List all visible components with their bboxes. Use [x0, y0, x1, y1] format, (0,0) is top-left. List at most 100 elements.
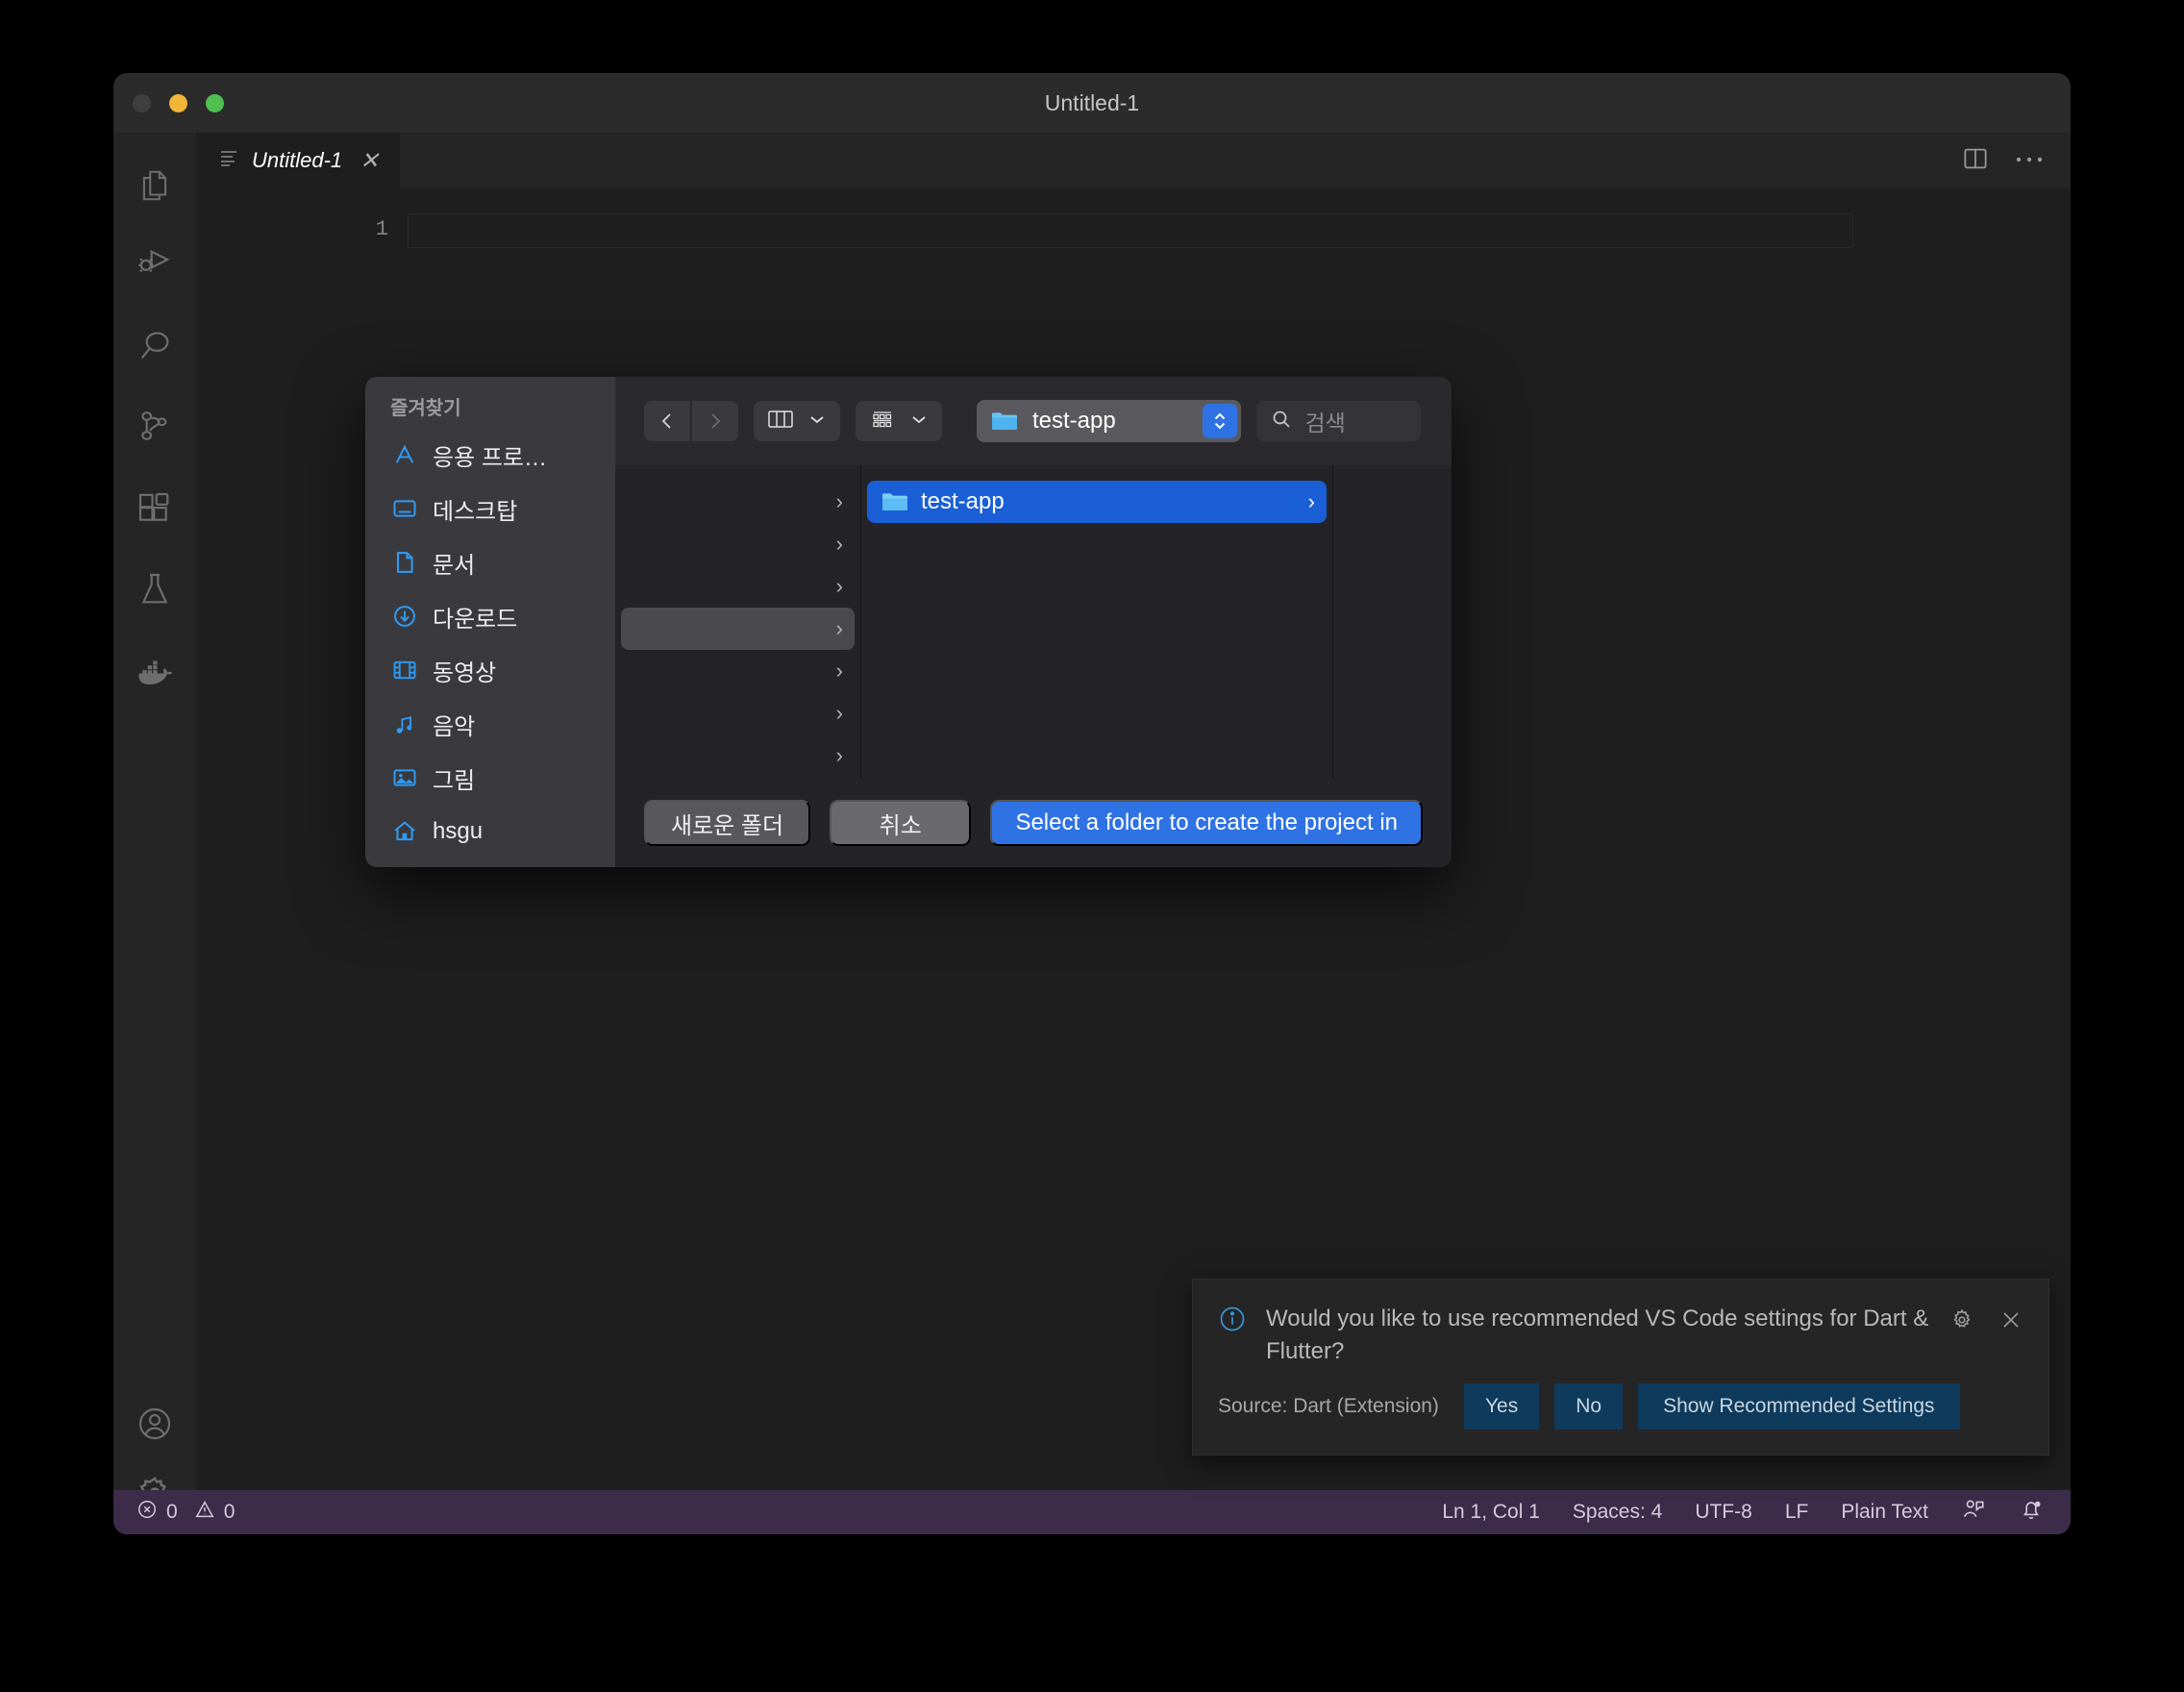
sidebar-item-desktop[interactable]: 데스크탑	[379, 482, 602, 535]
chevron-down-icon	[909, 412, 929, 431]
back-button[interactable]	[644, 401, 690, 441]
info-icon	[1218, 1303, 1247, 1338]
bell-dot-icon[interactable]	[2019, 1497, 2044, 1528]
chevron-right-icon: ›	[835, 532, 843, 556]
source-control-icon	[136, 407, 174, 445]
file-dialog-toolbar: test-app 검색	[615, 377, 1452, 466]
sidebar-item-label: 음악	[433, 713, 476, 740]
activity-item-extensions[interactable]	[113, 467, 196, 550]
group-view-button[interactable]	[856, 401, 942, 441]
grid-view-icon	[869, 408, 896, 435]
file-dialog-sidebar: 즐겨찾기 응용 프로… 데스크탑 문서 다운로드 동영상 음악 그림 hsgu	[365, 377, 615, 867]
notification-gear-icon[interactable]	[1948, 1306, 1975, 1338]
select-folder-button[interactable]: Select a folder to create the project in	[990, 800, 1423, 846]
music-icon	[390, 709, 419, 738]
account-icon	[136, 1405, 174, 1443]
sidebar-item-movies[interactable]: 동영상	[379, 643, 602, 697]
sidebar-item-home[interactable]: hsgu	[379, 805, 602, 858]
docker-icon	[134, 651, 176, 693]
sidebar-item-applications[interactable]: 응용 프로…	[379, 428, 602, 482]
cancel-button[interactable]: 취소	[830, 800, 972, 846]
browser-column-2[interactable]: test-app ›	[861, 465, 1333, 779]
chevron-right-icon: ›	[835, 701, 843, 725]
tab-close-icon[interactable]: ✕	[360, 147, 379, 175]
run-debug-icon	[136, 245, 174, 284]
browser-column-3[interactable]	[1333, 465, 1452, 779]
status-encoding[interactable]: UTF-8	[1695, 1501, 1752, 1524]
status-indentation[interactable]: Spaces: 4	[1573, 1501, 1662, 1524]
sidebar-item-label: 동영상	[433, 659, 497, 686]
activity-item-search[interactable]	[113, 304, 196, 386]
file-picker-dialog: test-app 검색 즐겨찾기 응용 프로… 데스크탑 문서 다운로드 동영상…	[365, 377, 1452, 867]
current-line-highlight	[408, 213, 1853, 248]
screen: Untitled-1 Untitled-1 ✕ 1 0 0 Ln 1, Col …	[0, 0, 2184, 1692]
tab-label: Untitled-1	[252, 148, 343, 172]
browser-row[interactable]: ›	[621, 481, 855, 523]
chevron-right-icon: ›	[835, 659, 843, 683]
notification-message: Would you like to use recommended VS Cod…	[1266, 1306, 1929, 1365]
browser-row[interactable]: ›	[621, 523, 855, 565]
more-actions-icon[interactable]	[2015, 152, 2044, 169]
sidebar-item-label: 다운로드	[433, 606, 518, 633]
popup-stepper-icon[interactable]	[1203, 404, 1238, 438]
status-problems[interactable]: 0 0	[136, 1499, 235, 1526]
split-editor-icon[interactable]	[1961, 144, 1990, 178]
sidebar-item-label: 문서	[433, 552, 476, 579]
current-folder-popup-button[interactable]: test-app	[977, 400, 1242, 442]
forward-button[interactable]	[692, 401, 738, 441]
status-language-mode[interactable]: Plain Text	[1841, 1501, 1928, 1524]
search-field[interactable]: 검색	[1256, 401, 1421, 441]
column-view-button[interactable]	[754, 401, 840, 441]
browser-row-selected[interactable]: ›	[621, 608, 855, 650]
warning-count: 0	[223, 1501, 236, 1523]
browser-row[interactable]: ›	[621, 650, 855, 692]
error-icon	[136, 1499, 158, 1526]
activity-item-run-and-debug[interactable]	[113, 223, 196, 306]
activity-item-source-control[interactable]	[113, 385, 196, 467]
status-eol[interactable]: LF	[1785, 1501, 1809, 1524]
text-file-icon	[217, 146, 240, 175]
sidebar-item-pictures[interactable]: 그림	[379, 751, 602, 805]
sidebar-item-label: 응용 프로…	[433, 444, 547, 471]
current-folder-name: test-app	[1032, 408, 1116, 434]
extensions-icon	[136, 489, 174, 528]
search-icon	[136, 326, 174, 364]
sidebar-item-label: hsgu	[433, 818, 484, 844]
chevron-right-icon: ›	[835, 574, 843, 598]
notification-close-icon[interactable]	[1998, 1307, 2023, 1337]
sidebar-item-downloads[interactable]: 다운로드	[379, 589, 602, 643]
notification-show-recommended-settings-button[interactable]: Show Recommended Settings	[1638, 1383, 1960, 1431]
new-folder-button[interactable]: 새로운 폴더	[644, 800, 811, 846]
activity-item-docker[interactable]	[113, 631, 196, 713]
browser-row[interactable]: ›	[621, 734, 855, 777]
browser-row[interactable]: ›	[621, 692, 855, 734]
folder-icon	[881, 490, 909, 513]
activity-item-explorer[interactable]	[113, 144, 196, 227]
sidebar-item-documents[interactable]: 문서	[379, 535, 602, 589]
activity-item-testing[interactable]	[113, 548, 196, 631]
remote-icon[interactable]	[1961, 1497, 1986, 1528]
file-browser-columns: › › › › › › › test-app ›	[615, 465, 1452, 779]
navigation-buttons	[644, 401, 738, 441]
pictures-icon	[390, 763, 419, 792]
movies-icon	[390, 656, 419, 684]
chevron-right-icon: ›	[835, 489, 843, 513]
status-line-col[interactable]: Ln 1, Col 1	[1442, 1501, 1540, 1524]
tab-bar: Untitled-1 ✕	[196, 133, 2071, 188]
activity-bar	[113, 133, 196, 1505]
sidebar-item-music[interactable]: 음악	[379, 697, 602, 751]
notification-yes-button[interactable]: Yes	[1463, 1383, 1540, 1431]
tab-untitled-1[interactable]: Untitled-1 ✕	[196, 133, 402, 188]
chevron-right-icon: ›	[835, 743, 843, 767]
notification-toast: Would you like to use recommended VS Cod…	[1192, 1279, 2049, 1456]
chevron-down-icon	[807, 412, 827, 431]
browser-row[interactable]: ›	[621, 565, 855, 608]
notification-no-button[interactable]: No	[1554, 1383, 1624, 1431]
browser-row-test-app[interactable]: test-app ›	[867, 481, 1327, 523]
chevron-right-icon: ›	[835, 616, 843, 640]
sidebar-item-hsg-projects[interactable]: hsg-proje…	[379, 858, 602, 867]
desktop-icon	[390, 494, 419, 523]
line-number: 1	[375, 217, 388, 241]
warning-icon	[194, 1499, 215, 1526]
browser-column-1[interactable]: › › › › › › ›	[615, 465, 861, 779]
